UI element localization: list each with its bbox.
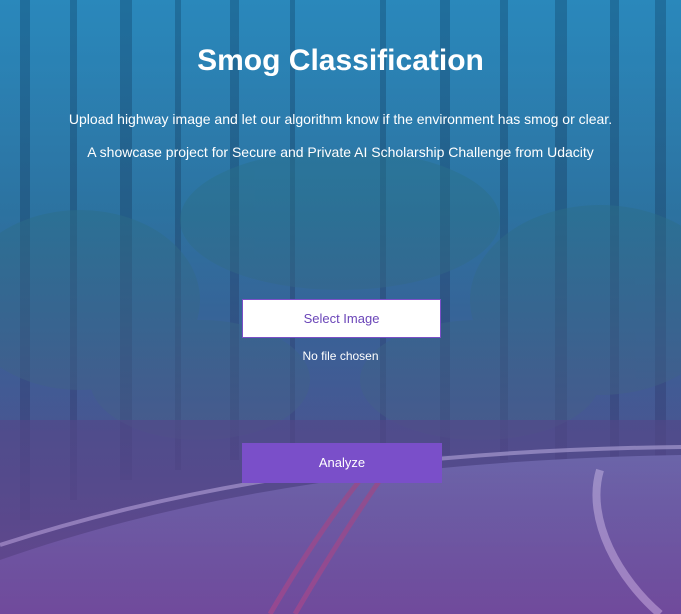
page-title: Smog Classification [197, 44, 484, 77]
showcase-text: A showcase project for Secure and Privat… [87, 144, 594, 160]
file-status-label: No file chosen [302, 349, 379, 363]
description-text: Upload highway image and let our algorit… [68, 111, 613, 127]
analyze-button[interactable]: Analyze [242, 443, 442, 483]
page: Smog Classification Upload highway image… [0, 0, 681, 614]
select-image-button[interactable]: Select Image [242, 299, 441, 338]
main-content: Smog Classification Upload highway image… [0, 0, 681, 614]
